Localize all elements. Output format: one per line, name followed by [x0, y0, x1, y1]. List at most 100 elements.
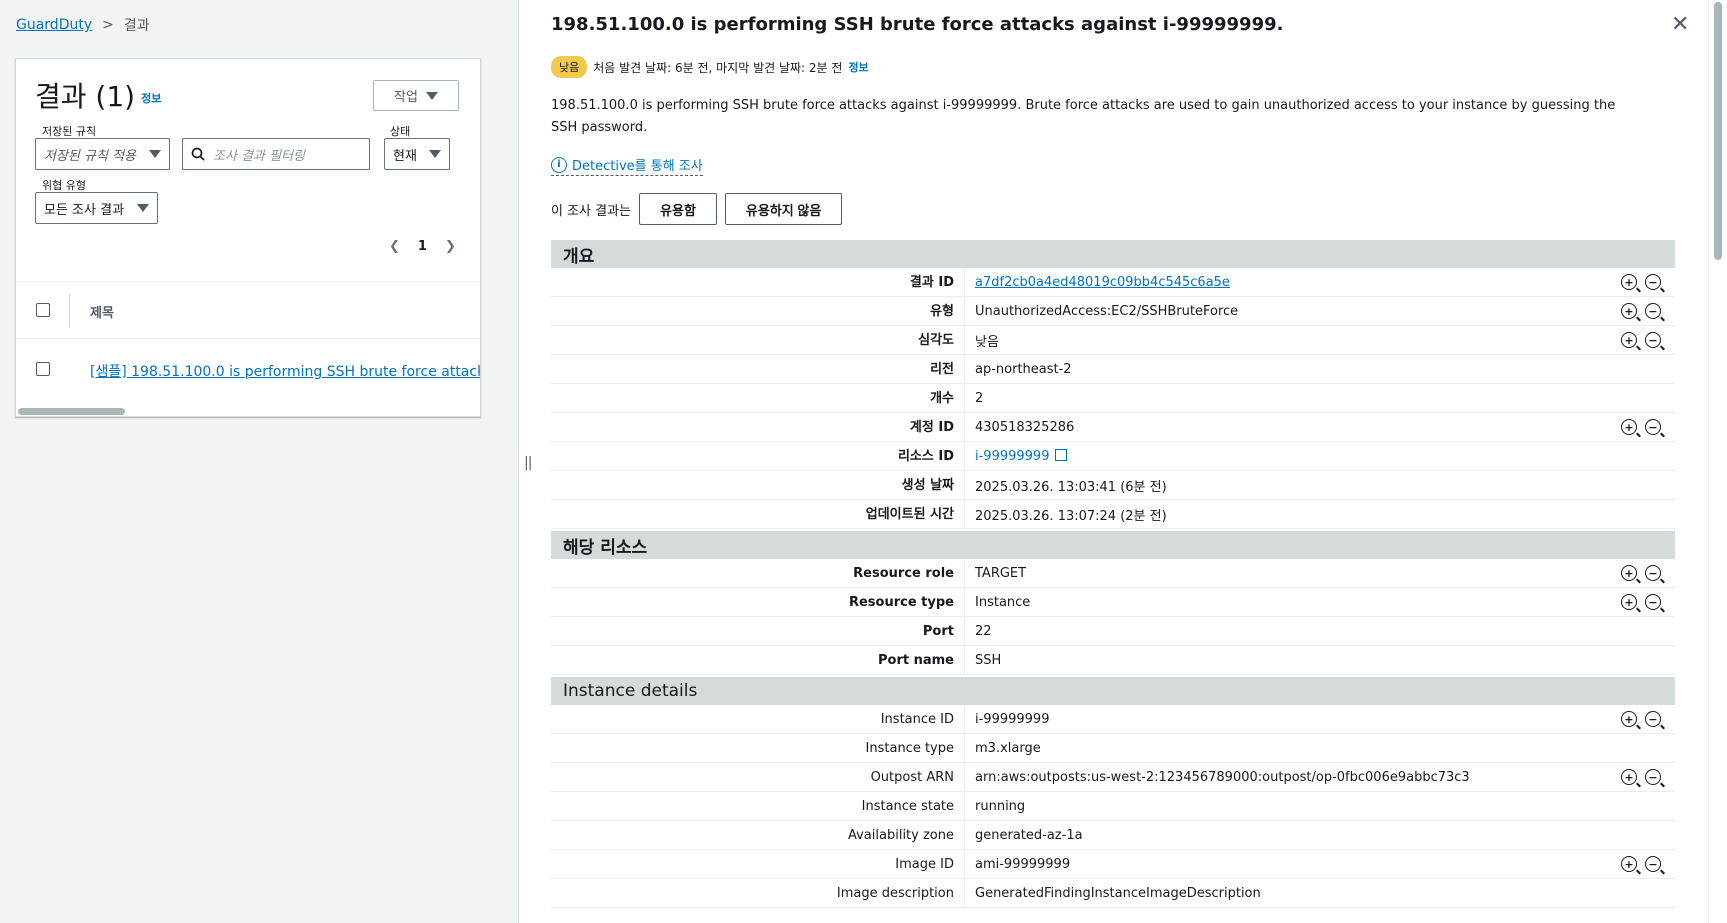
instance-details-section: Instance details Instance ID i-99999999 + −… — [551, 677, 1675, 908]
filter-buttons: + − — [1621, 711, 1661, 727]
kv-key: Instance state — [551, 791, 965, 821]
kv-value: SSH — [975, 652, 1002, 668]
zoom-out-icon[interactable]: − — [1645, 332, 1661, 348]
search-icon — [191, 147, 205, 161]
zoom-out-icon[interactable]: − — [1645, 419, 1661, 435]
caret-down-icon — [137, 204, 149, 212]
seen-dates: 처음 발견 날짜: 6분 전, 마지막 발견 날짜: 2분 전 — [593, 60, 843, 75]
kv-key: Port name — [551, 645, 965, 675]
vertical-scrollbar[interactable] — [1708, 0, 1727, 923]
prev-page-icon[interactable]: ❮ — [389, 239, 400, 254]
filter-buttons: + − — [1621, 769, 1661, 785]
actions-label: 작업 — [394, 90, 418, 105]
kv-value: generated-az-1a — [975, 827, 1083, 843]
zoom-out-icon[interactable]: − — [1645, 769, 1661, 785]
zoom-in-icon[interactable]: + — [1621, 594, 1637, 610]
zoom-in-icon[interactable]: + — [1621, 332, 1637, 348]
useful-button[interactable]: 유용함 — [639, 193, 717, 225]
zoom-out-icon[interactable]: − — [1645, 303, 1661, 319]
instance-details-heading: Instance details — [551, 677, 1675, 705]
kv-value: 22 — [975, 623, 992, 639]
kv-value: Instance — [975, 594, 1031, 610]
zoom-out-icon[interactable]: − — [1645, 856, 1661, 872]
column-title-header[interactable]: 제목 — [90, 302, 114, 321]
kv-row: 생성 날짜 2025.03.26. 13:03:41 (6분 전) — [551, 470, 1675, 500]
zoom-in-icon[interactable]: + — [1621, 274, 1637, 290]
finding-description: 198.51.100.0 is performing SSH brute for… — [551, 98, 1616, 135]
actions-dropdown-button[interactable]: 작업 — [373, 80, 459, 111]
saved-rules-select[interactable]: 저장된 규칙 적용 — [35, 138, 170, 170]
filter-buttons: + − — [1621, 419, 1661, 435]
filter-search-input[interactable]: 조사 결과 필터링 — [182, 138, 370, 170]
zoom-in-icon[interactable]: + — [1621, 711, 1637, 727]
close-icon[interactable]: ✕ — [1671, 12, 1689, 37]
scrollbar-thumb[interactable] — [1714, 2, 1722, 260]
kv-row: Availability zone generated-az-1a — [551, 820, 1675, 850]
overview-heading: 개요 — [551, 240, 1675, 268]
kv-value: 2025.03.26. 13:07:24 (2분 전) — [975, 508, 1167, 524]
kv-row: Port name SSH — [551, 645, 1675, 675]
kv-key: 유형 — [551, 296, 965, 326]
zoom-in-icon[interactable]: + — [1621, 856, 1637, 872]
findings-title: 결과 (1) 정보 — [35, 75, 161, 115]
select-all-checkbox[interactable] — [36, 303, 50, 317]
severity-line: 낮음 처음 발견 날짜: 6분 전, 마지막 발견 날짜: 2분 전 정보 — [551, 56, 869, 78]
zoom-in-icon[interactable]: + — [1621, 303, 1637, 319]
kv-row: Port 22 — [551, 616, 1675, 646]
next-page-icon[interactable]: ❯ — [445, 239, 456, 254]
caret-down-icon — [429, 150, 441, 158]
zoom-in-icon[interactable]: + — [1621, 769, 1637, 785]
chevron-right-icon: > — [102, 17, 114, 33]
kv-value: ami-99999999 — [975, 856, 1071, 872]
kv-key: Image description — [551, 878, 965, 908]
zoom-in-icon[interactable]: + — [1621, 419, 1637, 435]
not-useful-button[interactable]: 유용하지 않음 — [724, 193, 843, 225]
kv-value: GeneratedFindingInstanceImageDescription — [975, 885, 1261, 901]
kv-row: Instance ID i-99999999 + − — [551, 704, 1675, 734]
table-header: 제목 — [16, 281, 480, 339]
feedback-bar: 이 조사 결과는 유용함 유용하지 않음 — [551, 193, 843, 225]
kv-row: 심각도 낮음 + − — [551, 325, 1675, 355]
kv-key: 업데이트된 시간 — [551, 499, 965, 529]
caret-down-icon — [149, 150, 161, 158]
kv-value: 2025.03.26. 13:03:41 (6분 전) — [975, 479, 1167, 495]
kv-key: Resource type — [551, 587, 965, 617]
info-link[interactable]: 정보 — [141, 92, 161, 105]
breadcrumb-guardduty-link[interactable]: GuardDuty — [16, 17, 92, 33]
page-number[interactable]: 1 — [418, 239, 427, 254]
kv-row: Outpost ARN arn:aws:outposts:us-west-2:12… — [551, 762, 1675, 792]
zoom-out-icon[interactable]: − — [1645, 274, 1661, 290]
filter-buttons: + − — [1621, 856, 1661, 872]
detective-investigate-link[interactable]: i Detective를 통해 조사 — [551, 155, 703, 176]
resource-id-link[interactable]: i-99999999 — [965, 448, 1068, 464]
threat-type-label: 위협 유형 — [42, 179, 86, 192]
kv-row: 리소스 ID i-99999999 — [551, 441, 1675, 471]
kv-row: 계정 ID 430518325286 + − — [551, 412, 1675, 442]
zoom-in-icon[interactable]: + — [1621, 565, 1637, 581]
finding-row-link[interactable]: [샘플] 198.51.100.0 is performing SSH brut… — [90, 361, 480, 381]
filter-buttons: + − — [1621, 565, 1661, 581]
zoom-out-icon[interactable]: − — [1645, 594, 1661, 610]
findings-list-panel: GuardDuty > 결과 결과 (1) 정보 작업 저장된 규칙 저장된 규칙… — [0, 0, 518, 923]
saved-rules-value: 저장된 규칙 적용 — [44, 148, 136, 164]
kv-row: Instance state running — [551, 791, 1675, 821]
status-select[interactable]: 현재 — [384, 138, 450, 170]
info-link[interactable]: 정보 — [848, 59, 868, 75]
kv-value: 430518325286 — [975, 419, 1075, 435]
panel-resize-grip-icon[interactable]: || — [524, 455, 533, 471]
row-checkbox[interactable] — [36, 362, 50, 376]
finding-id-link[interactable]: a7df2cb0a4ed48019c09bb4c545c6a5e — [965, 275, 1230, 290]
zoom-out-icon[interactable]: − — [1645, 565, 1661, 581]
kv-key: Port — [551, 616, 965, 646]
caret-down-icon — [425, 91, 438, 100]
threat-type-select[interactable]: 모든 조사 결과 — [35, 192, 158, 224]
external-link-icon — [1055, 448, 1068, 461]
status-value: 현재 — [393, 148, 417, 164]
filter-buttons: + − — [1621, 274, 1661, 290]
status-label: 상태 — [390, 125, 411, 138]
kv-value: TARGET — [975, 565, 1027, 581]
scrollbar-thumb[interactable] — [18, 408, 125, 415]
horizontal-scrollbar[interactable] — [16, 402, 480, 416]
zoom-out-icon[interactable]: − — [1645, 711, 1661, 727]
column-divider — [69, 294, 70, 328]
